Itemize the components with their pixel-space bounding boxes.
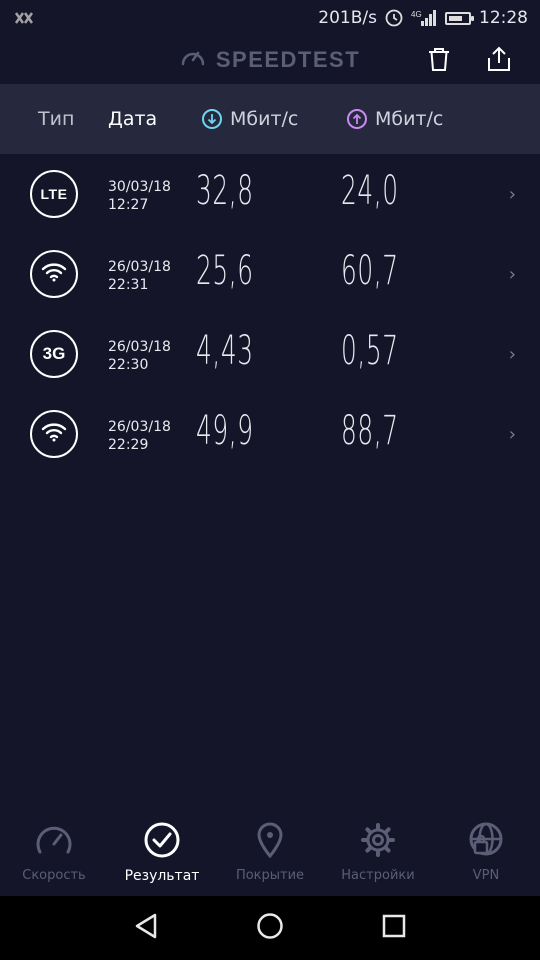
system-nav-bar	[0, 896, 540, 960]
back-button[interactable]	[126, 908, 166, 948]
recents-button[interactable]	[374, 908, 414, 948]
nav-speed-label: Скорость	[22, 868, 86, 883]
nav-vpn-label: VPN	[472, 868, 500, 883]
result-datetime: 26/03/18 22:31	[108, 258, 171, 294]
chevron-right-icon: ›	[508, 344, 516, 365]
header-download-label: Мбит/с	[230, 108, 299, 130]
home-circle-icon	[256, 912, 284, 944]
nav-settings[interactable]: Настройки	[324, 808, 432, 896]
battery-icon	[445, 11, 474, 25]
bottom-nav: Скорость Результат Покрытие Настройки VP…	[0, 808, 540, 896]
upload-value: 88,7	[341, 408, 399, 454]
result-time: 22:29	[108, 437, 149, 453]
nav-results-label: Результат	[124, 868, 200, 884]
map-pin-icon	[251, 822, 289, 862]
connection-type: LTE	[40, 186, 68, 202]
connection-type: 3G	[42, 344, 66, 363]
result-date: 26/03/18	[108, 339, 171, 355]
download-arrow-icon	[202, 109, 222, 129]
header-type[interactable]: Тип	[38, 108, 74, 130]
result-datetime: 26/03/18 22:30	[108, 338, 171, 374]
alarm-icon	[385, 9, 403, 27]
chevron-right-icon: ›	[508, 424, 516, 445]
back-triangle-icon	[133, 912, 159, 944]
app-bar: SPEEDTEST	[0, 36, 540, 84]
nav-coverage-label: Покрытие	[235, 868, 305, 883]
results-list: LTE 30/03/18 12:27 32,8 24,0 › 26/03/18 …	[0, 154, 540, 474]
clock: 12:28	[479, 8, 528, 28]
upload-value: 0,57	[341, 328, 399, 374]
result-time: 22:31	[108, 277, 149, 293]
nav-results[interactable]: Результат	[108, 808, 216, 896]
download-value: 32,8	[196, 168, 254, 214]
result-time: 22:30	[108, 357, 149, 373]
header-upload[interactable]: Мбит/с	[347, 108, 443, 130]
result-datetime: 26/03/18 22:29	[108, 418, 171, 454]
result-date: 26/03/18	[108, 259, 171, 275]
gear-icon	[359, 822, 397, 862]
download-value: 4,43	[196, 328, 254, 374]
app-title-text: SPEEDTEST	[215, 47, 361, 72]
delete-button[interactable]	[422, 44, 456, 78]
results-header: Тип Дата Мбит/с Мбит/с	[0, 84, 540, 154]
result-row[interactable]: 26/03/18 22:29 49,9 88,7 ›	[0, 394, 540, 474]
nav-coverage[interactable]: Покрытие	[216, 808, 324, 896]
3g-badge: 3G	[30, 330, 78, 378]
chevron-right-icon: ›	[508, 264, 516, 285]
signal-icon: 4G	[411, 9, 437, 27]
upload-arrow-icon	[347, 109, 367, 129]
wifi-icon	[41, 422, 67, 447]
recents-square-icon	[381, 913, 407, 943]
home-button[interactable]	[250, 908, 290, 948]
status-bar: 201B/s 4G 12:28	[0, 0, 540, 36]
wifi-icon	[41, 262, 67, 287]
speedometer-icon	[35, 822, 73, 862]
speedometer-logo-icon	[180, 46, 206, 74]
result-date: 26/03/18	[108, 419, 171, 435]
header-type-label: Тип	[38, 108, 75, 130]
result-row[interactable]: 3G 26/03/18 22:30 4,43 0,57 ›	[0, 314, 540, 394]
result-time: 12:27	[108, 197, 149, 213]
header-date-label: Дата	[108, 108, 158, 130]
app-title: SPEEDTEST	[180, 46, 360, 74]
chevron-right-icon: ›	[508, 184, 516, 205]
download-value: 25,6	[196, 248, 254, 294]
upload-value: 60,7	[341, 248, 399, 294]
upload-value: 24,0	[341, 168, 399, 214]
result-row[interactable]: LTE 30/03/18 12:27 32,8 24,0 ›	[0, 154, 540, 234]
notification-x-icon	[14, 11, 34, 25]
network-type-label: 4G	[411, 10, 422, 19]
nav-speed[interactable]: Скорость	[0, 808, 108, 896]
nav-settings-label: Настройки	[341, 868, 415, 883]
header-upload-label: Мбит/с	[375, 108, 444, 130]
header-download[interactable]: Мбит/с	[202, 108, 298, 130]
download-value: 49,9	[196, 408, 254, 454]
header-date[interactable]: Дата	[108, 108, 157, 130]
result-datetime: 30/03/18 12:27	[108, 178, 171, 214]
network-speed: 201B/s	[318, 8, 377, 28]
check-circle-icon	[143, 822, 181, 862]
result-date: 30/03/18	[108, 179, 171, 195]
lte-badge: LTE	[30, 170, 78, 218]
globe-lock-icon	[467, 822, 505, 862]
nav-vpn[interactable]: VPN	[432, 808, 540, 896]
share-icon	[486, 46, 512, 76]
wifi-badge	[30, 250, 78, 298]
wifi-badge	[30, 410, 78, 458]
share-button[interactable]	[482, 44, 516, 78]
result-row[interactable]: 26/03/18 22:31 25,6 60,7 ›	[0, 234, 540, 314]
delete-icon	[427, 46, 451, 76]
